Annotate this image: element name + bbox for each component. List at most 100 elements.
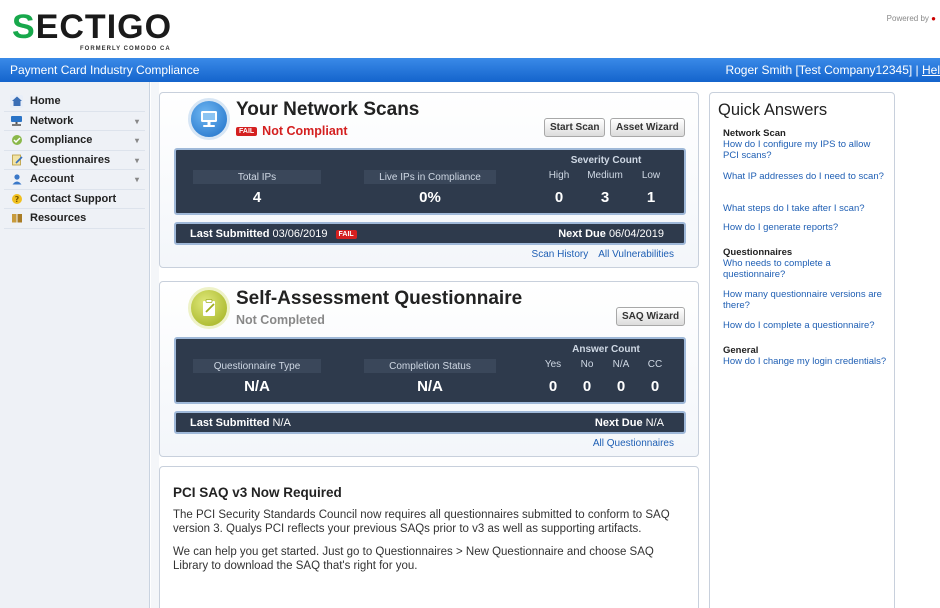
network-scans-title: Your Network Scans xyxy=(236,99,420,120)
no-label: No xyxy=(580,359,594,370)
news-title: PCI SAQ v3 Now Required xyxy=(173,485,342,500)
help-link[interactable]: Hel xyxy=(922,63,940,77)
sidebar-item-home[interactable]: Home xyxy=(4,92,145,112)
na-value: 0 xyxy=(616,378,626,395)
fail-badge: FAIL xyxy=(335,229,357,239)
severity-count-label: Severity Count xyxy=(570,155,642,166)
user-info: Roger Smith [Test Company12345] | Hel xyxy=(725,63,940,77)
faq-link[interactable]: How do I change my login credentials? xyxy=(723,356,888,367)
sidebar-item-label: Compliance xyxy=(30,134,93,147)
last-submitted: Last Submitted N/A xyxy=(190,417,291,429)
no-value: 0 xyxy=(582,378,592,395)
completion-status-value: N/A xyxy=(417,378,443,395)
network-scans-panel: Your Network Scans FAIL Not Compliant St… xyxy=(159,92,699,268)
scan-stats: Total IPs 4 Live IPs in Compliance 0% Se… xyxy=(174,148,686,215)
saq-stats: Questionnaire Type N/A Completion Status… xyxy=(174,337,686,404)
account-icon xyxy=(10,173,23,186)
live-ips-label: Live IPs in Compliance xyxy=(364,170,496,184)
faq-section-network-scan: Network Scan xyxy=(723,128,786,139)
all-questionnaires-link[interactable]: All Questionnaires xyxy=(593,438,674,449)
news-panel: PCI SAQ v3 Now Required The PCI Security… xyxy=(159,466,699,608)
faq-link[interactable]: How many questionnaire versions are ther… xyxy=(723,289,888,311)
logo-rest: ECTIGO xyxy=(35,8,173,46)
saq-title: Self-Assessment Questionnaire xyxy=(236,288,523,309)
questionnaire-icon xyxy=(10,153,23,166)
network-scan-icon xyxy=(188,98,230,140)
logo-subtitle: FORMERLY COMODO CA xyxy=(80,46,171,52)
faq-link[interactable]: How do I generate reports? xyxy=(723,222,888,233)
sidebar: Home Network ▾ Compliance ▾ Questionnair… xyxy=(0,82,150,608)
sidebar-item-label: Questionnaires xyxy=(30,153,111,166)
user-name: Roger Smith [Test Company12345] | xyxy=(725,63,922,77)
answer-count-label: Answer Count xyxy=(572,344,640,355)
scan-links: Scan History All Vulnerabilities xyxy=(532,249,674,260)
all-vulnerabilities-link[interactable]: All Vulnerabilities xyxy=(598,249,674,260)
compliance-icon xyxy=(10,134,23,147)
na-label: N/A xyxy=(612,359,630,370)
faq-link[interactable]: Who needs to complete a questionnaire? xyxy=(723,258,888,280)
last-submitted: Last Submitted 03/06/2019 FAIL xyxy=(190,228,362,240)
sectigo-logo[interactable]: SECTIGO FORMERLY COMODO CA xyxy=(12,9,172,52)
sidebar-item-label: Home xyxy=(30,95,61,108)
compliance-status: Not Compliant xyxy=(262,124,348,138)
logo-text: SECTIGO xyxy=(12,9,172,45)
fail-badge: FAIL xyxy=(236,126,258,136)
sidebar-item-resources[interactable]: Resources xyxy=(4,209,145,229)
quick-answers-panel: Quick Answers Network Scan How do I conf… xyxy=(709,92,895,608)
total-ips-value: 4 xyxy=(252,189,262,206)
sidebar-item-label: Contact Support xyxy=(30,192,117,205)
completion-status-label: Completion Status xyxy=(364,359,496,373)
next-due: Next Due N/A xyxy=(594,417,664,429)
saq-wizard-button[interactable]: SAQ Wizard xyxy=(616,307,686,326)
news-paragraph: The PCI Security Standards Council now r… xyxy=(173,509,670,535)
home-icon xyxy=(10,94,23,108)
faq-link[interactable]: How do I configure my IPS to allow PCI s… xyxy=(723,139,888,161)
sidebar-item-contact-support[interactable]: ? Contact Support xyxy=(4,190,145,209)
resources-icon xyxy=(10,212,23,225)
high-value: 0 xyxy=(554,189,564,206)
quick-answers-title: Quick Answers xyxy=(718,101,828,119)
network-icon xyxy=(10,114,23,127)
live-ips-value: 0% xyxy=(419,189,441,206)
news-paragraph: We can help you get started. Just go to … xyxy=(173,546,654,572)
sidebar-item-compliance[interactable]: Compliance ▾ xyxy=(4,131,145,151)
scan-submission-bar: Last Submitted 03/06/2019 FAIL Next Due 06… xyxy=(174,222,686,245)
faq-link[interactable]: What IP addresses do I need to scan? xyxy=(723,171,888,182)
cc-value: 0 xyxy=(650,378,660,395)
sidebar-item-questionnaires[interactable]: Questionnaires ▾ xyxy=(4,151,145,170)
sidebar-item-account[interactable]: Account ▾ xyxy=(4,170,145,190)
faq-section-general: General xyxy=(723,345,759,356)
chevron-down-icon[interactable]: ▾ xyxy=(135,175,139,184)
faq-link[interactable]: What steps do I take after I scan? xyxy=(723,203,888,214)
saq-status: Not Completed xyxy=(236,313,325,327)
total-ips-label: Total IPs xyxy=(193,170,321,184)
sidebar-divider xyxy=(151,82,159,608)
powered-by: Powered by ● xyxy=(886,14,936,23)
faq-link[interactable]: How do I complete a questionnaire? xyxy=(723,320,888,331)
chevron-down-icon[interactable]: ▾ xyxy=(135,117,139,126)
sidebar-item-label: Account xyxy=(30,173,74,186)
sidebar-item-label: Resources xyxy=(30,212,87,225)
powered-by-mark: ● xyxy=(931,14,936,23)
chevron-down-icon[interactable]: ▾ xyxy=(135,136,139,145)
saq-panel: Self-Assessment Questionnaire Not Comple… xyxy=(159,281,699,457)
asset-wizard-button[interactable]: Asset Wizard xyxy=(610,118,685,137)
questionnaire-type-value: N/A xyxy=(244,378,270,395)
svg-text:?: ? xyxy=(14,195,19,204)
medium-label: Medium xyxy=(587,170,623,181)
yes-label: Yes xyxy=(544,359,562,370)
questionnaire-type-label: Questionnaire Type xyxy=(193,359,321,373)
start-scan-button[interactable]: Start Scan xyxy=(544,118,606,137)
scan-status: FAIL Not Compliant xyxy=(236,124,348,138)
medium-value: 3 xyxy=(600,189,610,206)
sidebar-item-network[interactable]: Network ▾ xyxy=(4,112,145,131)
top-bar: Payment Card Industry Compliance Roger S… xyxy=(0,58,940,82)
low-value: 1 xyxy=(646,189,656,206)
high-label: High xyxy=(548,170,570,181)
logo-s-mark: S xyxy=(12,8,36,46)
scan-history-link[interactable]: Scan History xyxy=(532,249,589,260)
chevron-down-icon[interactable]: ▾ xyxy=(135,156,139,165)
app-title: Payment Card Industry Compliance xyxy=(10,63,200,77)
low-label: Low xyxy=(641,170,661,181)
yes-value: 0 xyxy=(548,378,558,395)
